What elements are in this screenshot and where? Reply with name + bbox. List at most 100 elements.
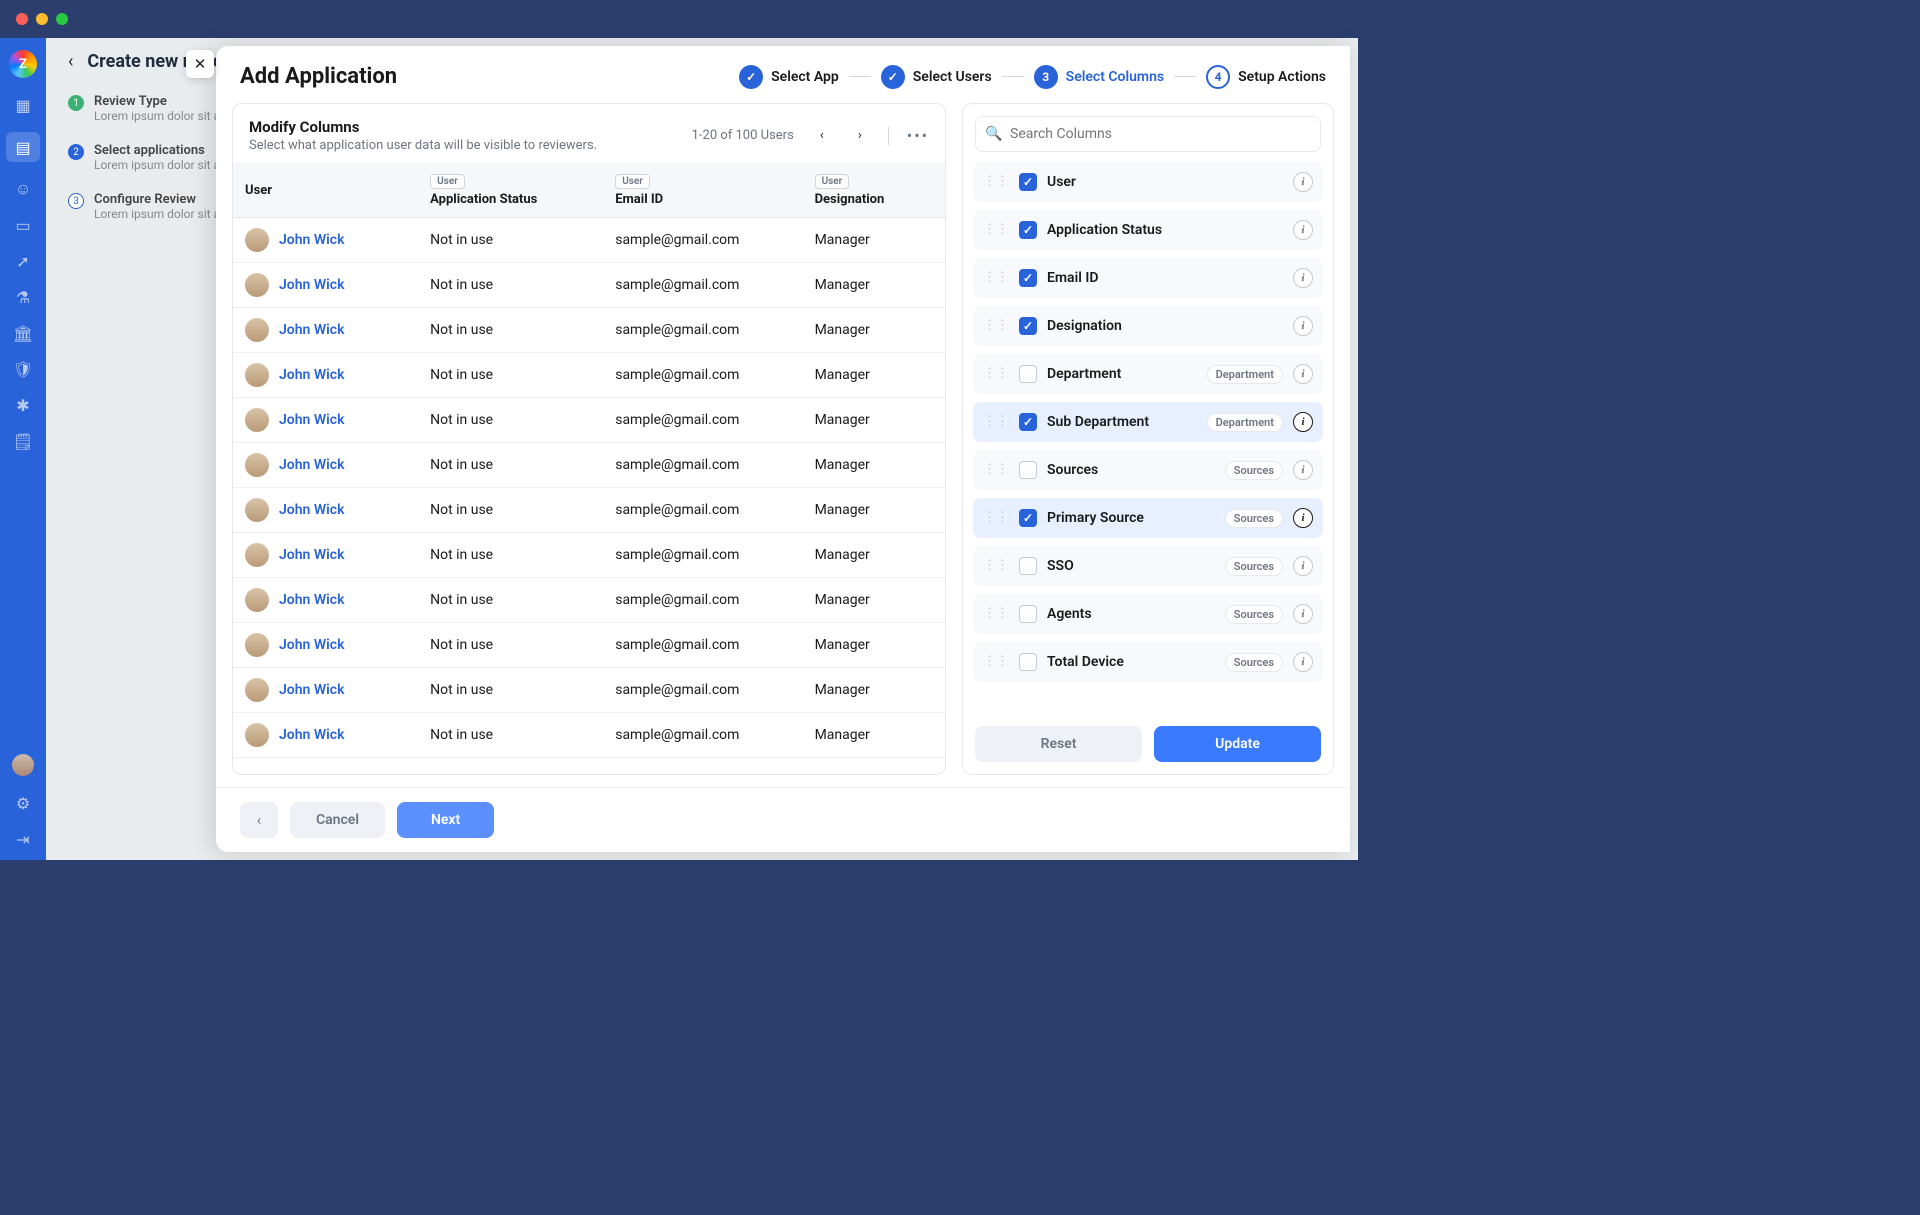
search-columns-input[interactable] (975, 116, 1321, 152)
column-item[interactable]: ⋮⋮ Department Department i (973, 354, 1323, 394)
table-row[interactable]: John Wick Not in use sample@gmail.com Ma… (233, 533, 945, 578)
column-checkbox[interactable]: ✓ (1019, 269, 1037, 287)
user-name-link[interactable]: John Wick (279, 232, 344, 248)
flask-icon[interactable]: ⚗ (14, 288, 32, 306)
info-icon[interactable]: i (1293, 460, 1313, 480)
column-item[interactable]: ⋮⋮ SSO Sources i (973, 546, 1323, 586)
info-icon[interactable]: i (1293, 412, 1313, 432)
stepper-step[interactable]: 4 Setup Actions (1206, 65, 1326, 89)
id-card-icon[interactable]: ▭ (14, 216, 32, 234)
table-row[interactable]: John Wick Not in use sample@gmail.com Ma… (233, 623, 945, 668)
column-checkbox[interactable]: ✓ (1019, 413, 1037, 431)
column-checkbox[interactable]: ✓ (1019, 509, 1037, 527)
drag-handle-icon[interactable]: ⋮⋮ (983, 561, 1009, 571)
table-row[interactable]: John Wick Not in use sample@gmail.com Ma… (233, 263, 945, 308)
drag-handle-icon[interactable]: ⋮⋮ (983, 417, 1009, 427)
drag-handle-icon[interactable]: ⋮⋮ (983, 321, 1009, 331)
clipboard-icon[interactable]: 🗒 (14, 432, 32, 450)
reset-button[interactable]: Reset (975, 726, 1142, 762)
table-row[interactable]: John Wick Not in use sample@gmail.com Ma… (233, 398, 945, 443)
dashboard-icon[interactable]: ▦ (14, 96, 32, 114)
close-window-icon[interactable] (16, 13, 28, 25)
column-item[interactable]: ⋮⋮ Sources Sources i (973, 450, 1323, 490)
info-icon[interactable]: i (1293, 316, 1313, 336)
more-menu-icon[interactable]: ••• (907, 126, 929, 145)
user-name-link[interactable]: John Wick (279, 502, 344, 518)
drag-handle-icon[interactable]: ⋮⋮ (983, 657, 1009, 667)
drag-handle-icon[interactable]: ⋮⋮ (983, 177, 1009, 187)
table-row[interactable]: John Wick Not in use sample@gmail.com Ma… (233, 218, 945, 263)
column-checkbox[interactable] (1019, 605, 1037, 623)
column-item[interactable]: ⋮⋮ ✓ Primary Source Sources i (973, 498, 1323, 538)
shield-icon[interactable]: 🛡 (14, 360, 32, 378)
column-item[interactable]: ⋮⋮ ✓ Sub Department Department i (973, 402, 1323, 442)
collapse-icon[interactable]: ⇥ (14, 830, 32, 848)
info-icon[interactable]: i (1293, 172, 1313, 192)
user-avatar[interactable] (12, 754, 34, 776)
stepper-step[interactable]: 3 Select Columns (1034, 65, 1164, 89)
drag-handle-icon[interactable]: ⋮⋮ (983, 465, 1009, 475)
info-icon[interactable]: i (1293, 220, 1313, 240)
column-header[interactable]: UserApplication Status (418, 163, 603, 218)
rocket-icon[interactable]: ➚ (14, 252, 32, 270)
update-button[interactable]: Update (1154, 726, 1321, 762)
column-checkbox[interactable] (1019, 557, 1037, 575)
column-checkbox[interactable]: ✓ (1019, 221, 1037, 239)
column-item[interactable]: ⋮⋮ ✓ Email ID i (973, 258, 1323, 298)
pager-next-icon[interactable]: › (850, 126, 870, 146)
calendar-icon[interactable]: ▤ (6, 132, 40, 162)
info-icon[interactable]: i (1293, 604, 1313, 624)
user-name-link[interactable]: John Wick (279, 727, 344, 743)
pager-prev-icon[interactable]: ‹ (812, 126, 832, 146)
app-logo[interactable]: Z (9, 50, 37, 78)
gear-icon[interactable]: ⚙ (14, 794, 32, 812)
column-checkbox[interactable] (1019, 461, 1037, 479)
table-row[interactable]: John Wick Not in use sample@gmail.com Ma… (233, 668, 945, 713)
info-icon[interactable]: i (1293, 268, 1313, 288)
drag-handle-icon[interactable]: ⋮⋮ (983, 225, 1009, 235)
stepper-step[interactable]: ✓ Select App (739, 65, 839, 89)
back-chevron-icon[interactable]: ‹ (68, 51, 73, 72)
user-name-link[interactable]: John Wick (279, 412, 344, 428)
column-checkbox[interactable] (1019, 365, 1037, 383)
user-name-link[interactable]: John Wick (279, 637, 344, 653)
column-checkbox[interactable]: ✓ (1019, 317, 1037, 335)
close-modal-button[interactable]: ✕ (186, 50, 214, 78)
table-row[interactable]: John Wick Not in use sample@gmail.com Ma… (233, 353, 945, 398)
table-row[interactable]: John Wick Not in use sample@gmail.com Ma… (233, 308, 945, 353)
drag-handle-icon[interactable]: ⋮⋮ (983, 369, 1009, 379)
column-checkbox[interactable] (1019, 653, 1037, 671)
drag-handle-icon[interactable]: ⋮⋮ (983, 609, 1009, 619)
table-row[interactable]: John Wick Not in use sample@gmail.com Ma… (233, 713, 945, 758)
column-item[interactable]: ⋮⋮ ✓ Designation i (973, 306, 1323, 346)
footer-back-button[interactable]: ‹ (240, 802, 278, 838)
column-header[interactable]: User (233, 163, 418, 218)
user-name-link[interactable]: John Wick (279, 322, 344, 338)
user-name-link[interactable]: John Wick (279, 682, 344, 698)
info-icon[interactable]: i (1293, 364, 1313, 384)
info-icon[interactable]: i (1293, 508, 1313, 528)
table-row[interactable]: John Wick Not in use sample@gmail.com Ma… (233, 578, 945, 623)
column-header[interactable]: UserEmail ID (603, 163, 802, 218)
chip-icon[interactable]: ✱ (14, 396, 32, 414)
cancel-button[interactable]: Cancel (290, 802, 385, 838)
column-item[interactable]: ⋮⋮ ✓ Application Status i (973, 210, 1323, 250)
drag-handle-icon[interactable]: ⋮⋮ (983, 273, 1009, 283)
minimize-window-icon[interactable] (36, 13, 48, 25)
stepper-step[interactable]: ✓ Select Users (881, 65, 992, 89)
column-item[interactable]: ⋮⋮ Agents Sources i (973, 594, 1323, 634)
user-name-link[interactable]: John Wick (279, 277, 344, 293)
user-name-link[interactable]: John Wick (279, 457, 344, 473)
info-icon[interactable]: i (1293, 556, 1313, 576)
info-icon[interactable]: i (1293, 652, 1313, 672)
table-row[interactable]: John Wick Not in use sample@gmail.com Ma… (233, 488, 945, 533)
next-button[interactable]: Next (397, 802, 494, 838)
user-icon[interactable]: ☺ (14, 180, 32, 198)
table-row[interactable]: John Wick Not in use sample@gmail.com Ma… (233, 443, 945, 488)
drag-handle-icon[interactable]: ⋮⋮ (983, 513, 1009, 523)
column-checkbox[interactable]: ✓ (1019, 173, 1037, 191)
column-item[interactable]: ⋮⋮ Total Device Sources i (973, 642, 1323, 682)
user-name-link[interactable]: John Wick (279, 367, 344, 383)
column-item[interactable]: ⋮⋮ ✓ User i (973, 162, 1323, 202)
maximize-window-icon[interactable] (56, 13, 68, 25)
